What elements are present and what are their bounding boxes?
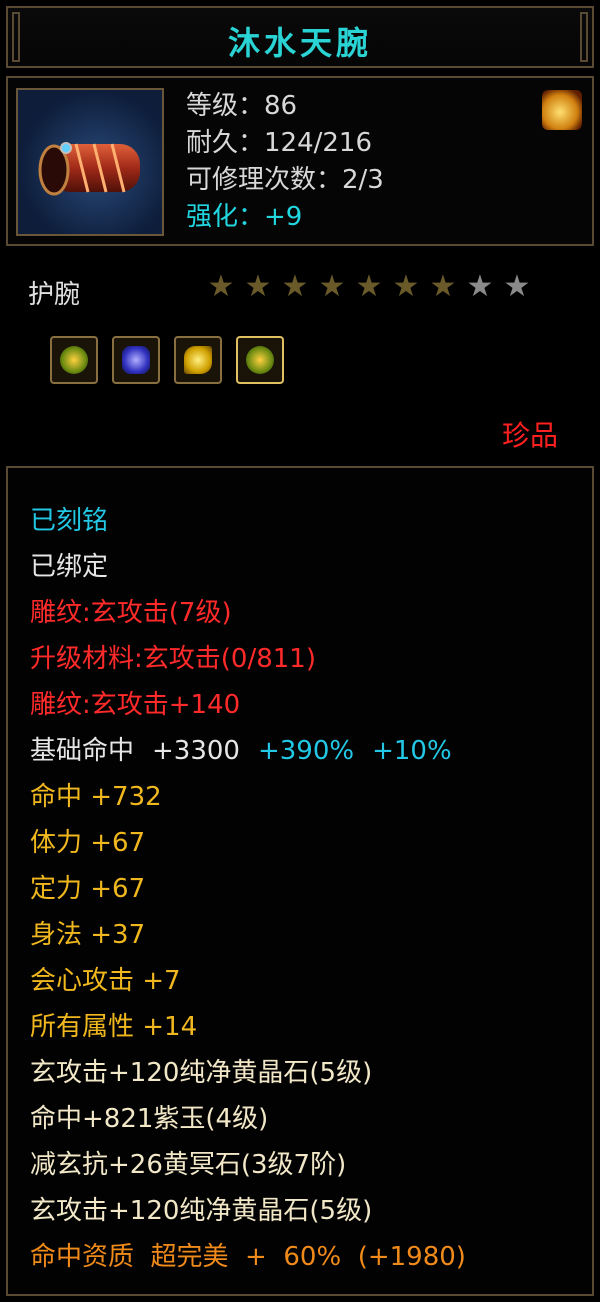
gem-line: 玄攻击+120纯净黄晶石(5级) (30, 1058, 373, 1088)
bound-status: 已绑定 (30, 552, 109, 582)
stat-stamina: 体力 +67 (30, 828, 146, 858)
bracer-icon (38, 142, 140, 196)
blue-crystal-gem-icon[interactable] (112, 336, 160, 384)
base-hit-line: 基础命中 +3300 +390% +10% (30, 728, 466, 774)
quality-line: 命中资质 超完美 + 60% (+1980) (30, 1242, 466, 1272)
item-name: 沐水天腕 (227, 24, 372, 62)
star-icon: ★ (355, 269, 383, 304)
durability-text: 耐久：124/216 (186, 128, 373, 158)
base-hit-pct2: +10% (372, 736, 452, 766)
gem-line: 减玄抗+26黄冥石(3级7阶) (30, 1150, 347, 1180)
star-icon: ★ (281, 269, 309, 304)
item-header: 等级：86 耐久：124/216 可修理次数：2/3 强化：+9 (6, 76, 594, 246)
repair-count-text: 可修理次数：2/3 (186, 165, 384, 195)
rarity-label: 珍品 (501, 419, 558, 452)
stat-crit: 会心攻击 +7 (30, 966, 181, 996)
gem-slots (50, 336, 284, 384)
stat-hit: 命中 +732 (30, 782, 162, 812)
item-type: 护腕 (28, 280, 81, 310)
star-rating: ★ ★ ★ ★ ★ ★ ★ ★ ★ (206, 272, 532, 302)
upgrade-material-line: 升级材料:玄攻击(0/811) (30, 644, 316, 674)
flame-icon (542, 90, 582, 130)
star-icon: ★ (244, 269, 272, 304)
gem-line: 玄攻击+120纯净黄晶石(5级) (30, 1196, 373, 1226)
green-gold-gem-icon[interactable] (236, 336, 284, 384)
engraved-status: 已刻铭 (30, 506, 109, 536)
star-icon: ★ (466, 269, 494, 304)
base-hit-value: +3300 (152, 736, 240, 766)
stat-all-attributes: 所有属性 +14 (30, 1012, 198, 1042)
attribute-panel: 已刻铭 已绑定 雕纹:玄攻击(7级) 升级材料:玄攻击(0/811) 雕纹:玄攻… (6, 466, 594, 1296)
carving-bonus-line: 雕纹:玄攻击+140 (30, 690, 241, 720)
star-icon: ★ (207, 269, 235, 304)
base-hit-pct1: +390% (257, 736, 355, 766)
carving-line: 雕纹:玄攻击(7级) (30, 598, 232, 628)
green-gold-gem-icon[interactable] (50, 336, 98, 384)
level-text: 等级：86 (186, 91, 298, 121)
yellow-crystal-gem-icon[interactable] (174, 336, 222, 384)
gem-line: 命中+821紫玉(4级) (30, 1104, 269, 1134)
star-icon: ★ (318, 269, 346, 304)
base-hit-label: 基础命中 (30, 736, 135, 766)
item-icon-frame (16, 88, 164, 236)
stat-agility: 身法 +37 (30, 920, 146, 950)
title-bar: 沐水天腕 (6, 6, 594, 68)
star-icon: ★ (503, 269, 531, 304)
stat-focus: 定力 +67 (30, 874, 146, 904)
star-icon: ★ (429, 269, 457, 304)
star-icon: ★ (392, 269, 420, 304)
enhance-text: 强化：+9 (186, 202, 303, 232)
item-stats: 等级：86 耐久：124/216 可修理次数：2/3 强化：+9 (186, 88, 384, 236)
item-tooltip: 沐水天腕 等级：86 耐久：124/216 可修理次数：2/3 强化：+9 护腕… (0, 0, 600, 1302)
